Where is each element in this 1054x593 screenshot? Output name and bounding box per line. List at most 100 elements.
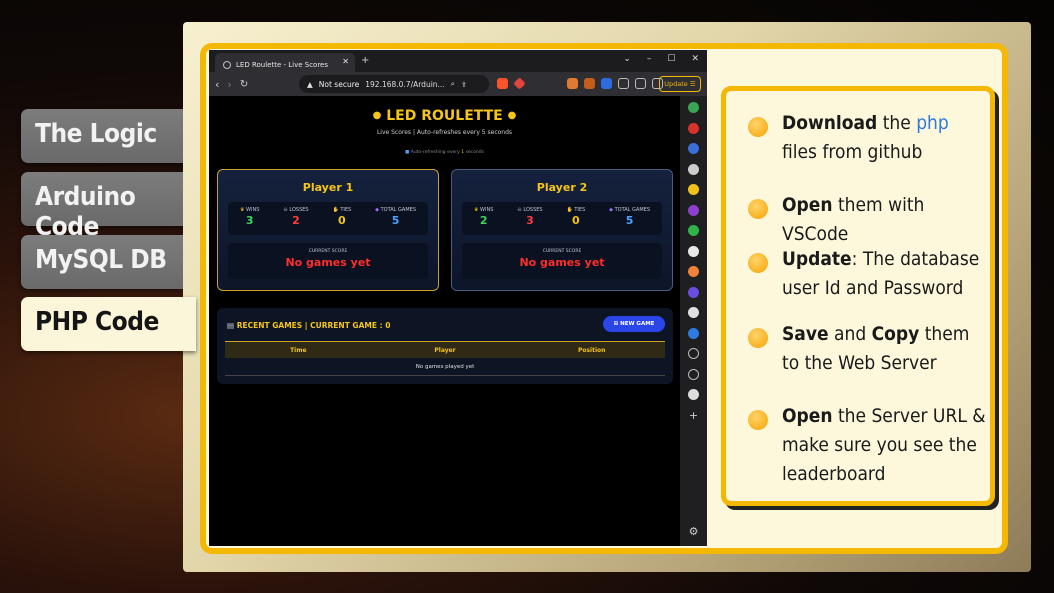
stat-label: WINS [246,207,260,213]
stat-losses: ☠ LOSSES 3 [517,207,542,235]
zoom-icon[interactable]: ⌕ [451,79,455,89]
brave-shield-icon[interactable] [497,78,508,89]
stat-wins: ♛ WINS 3 [240,207,259,235]
stat-label: LOSSES [289,207,309,213]
extension-hd-icon[interactable] [584,78,595,89]
recent-games-panel: ▤ RECENT GAMES | CURRENT GAME : 0 ⊞ NEW … [217,308,673,384]
extension-fox-icon[interactable] [567,78,578,89]
sidebar-app-icon[interactable] [688,327,699,339]
sidebar-wikipedia-icon[interactable] [688,245,699,257]
gamepad-icon: ◆ [609,207,614,213]
stat-label: TIES [340,207,352,213]
update-button[interactable]: Update ☰ [659,76,701,92]
note-text: Update [782,248,852,270]
sidebar-app-icon[interactable] [688,204,699,216]
reload-icon[interactable]: ↻ [240,79,248,90]
tab-bar: LED Roulette - Live Scores ✕ + ⌄ – ☐ ✕ [209,50,707,72]
bullet-icon [748,199,768,219]
stat-value: 2 [479,214,488,227]
extensions-puzzle-icon[interactable] [635,78,646,89]
instructions-box: Download the php files from github Open … [721,86,995,506]
bookmarks-icon[interactable] [688,368,699,380]
instruction-step: Download the php files from github [748,109,988,167]
instruction-step: Open them with VSCode [748,191,988,249]
instruction-step: Update: The database user Id and Passwor… [748,245,988,303]
column-header-time[interactable]: Time [225,342,372,358]
new-game-label: NEW GAME [620,321,655,327]
sidebar-app-icon[interactable] [688,307,699,318]
refresh-icon: ■ [405,150,410,155]
maximize-icon[interactable]: ☐ [667,54,675,64]
forward-icon[interactable]: › [227,78,231,91]
brave-rewards-icon[interactable] [513,77,526,90]
recent-games-title-text: RECENT GAMES | CURRENT GAME : 0 [236,321,391,330]
clipboard-icon: ▤ [227,321,235,330]
new-game-button[interactable]: ⊞ NEW GAME [603,316,665,332]
sidebar-wordpress-icon[interactable] [688,389,699,400]
sidebar-app-icon[interactable] [688,266,699,277]
note-text: php [916,112,949,134]
menu-item-php-code[interactable]: PHP Code [21,297,196,351]
chevron-down-icon[interactable]: ⌄ [623,54,631,64]
menu-item-the-logic[interactable]: The Logic [21,109,196,163]
close-window-icon[interactable]: ✕ [691,54,699,64]
player-card-1: Player 1 ♛ WINS 3 ☠ LOSSES 2 ✋ TIES 0 ◆ TOT… [217,169,439,291]
add-icon[interactable]: + [689,410,698,421]
column-header-position[interactable]: Position [518,342,665,358]
sidebar-app-icon[interactable] [688,143,699,154]
page-viewport: ● LED ROULETTE ● Live Scores | Auto-refr… [209,96,680,546]
player-card-2: Player 2 ♛ WINS 2 ☠ LOSSES 3 ✋ TIES 0 ◆ TOT… [451,169,673,291]
browser-window: LED Roulette - Live Scores ✕ + ⌄ – ☐ ✕ ‹… [209,50,707,546]
sidebar-app-icon[interactable] [688,102,699,113]
minimize-icon[interactable]: – [647,54,652,64]
current-score-label: CURRENT SCORE [308,249,348,254]
close-tab-icon[interactable]: ✕ [342,57,349,66]
trophy-icon: ♛ [239,207,245,213]
stat-value: 0 [572,214,580,227]
player-name: Player 1 [302,181,354,194]
gear-icon[interactable]: ⚙ [689,525,699,538]
stat-value: 2 [292,214,300,227]
extension-card-icon[interactable] [618,78,629,89]
stat-label: TOTAL GAMES [614,207,651,213]
sidebar-app-icon[interactable] [688,184,699,195]
menu-item-mysql-db[interactable]: MySQL DB [21,235,196,289]
stat-losses: ☠ LOSSES 2 [283,207,308,235]
sidebar-chatgpt-icon[interactable] [688,163,699,175]
tab-title: LED Roulette - Live Scores [236,61,329,69]
new-tab-icon[interactable]: + [361,55,369,66]
stat-value: 5 [391,214,400,227]
stat-wins: ♛ WINS 2 [474,207,493,235]
address-bar[interactable]: ▲ Not secure 192.168.0.7/Arduin... ⌕ ⇪ [299,75,489,93]
share-icon[interactable]: ⇪ [461,80,467,89]
stat-total-games: ◆ TOTAL GAMES 5 [609,207,650,235]
recent-games-title: ▤ RECENT GAMES | CURRENT GAME : 0 [227,321,390,330]
current-score: CURRENT SCORE No games yet [228,243,428,279]
browser-tab[interactable]: LED Roulette - Live Scores ✕ [215,53,355,72]
games-table-empty: No games played yet [225,358,665,376]
menu-item-arduino-code[interactable]: Arduino Code [21,172,196,242]
sidebar-app-icon[interactable] [688,225,699,236]
stat-total-games: ◆ TOTAL GAMES 5 [375,207,416,235]
stat-ties: ✋ TIES 0 [567,207,586,235]
extension-s-icon[interactable] [601,78,612,89]
note-text: Open [782,194,833,216]
instruction-step: Save and Copy them to the Web Server [748,320,988,378]
stat-label: TOTAL GAMES [380,207,417,213]
handshake-icon: ✋ [566,207,573,213]
note-text: Download [782,112,878,134]
bullet-icon [748,328,768,348]
page-subtitle: Live Scores | Auto-refreshes every 5 sec… [376,129,513,136]
back-icon[interactable]: ‹ [215,78,219,91]
note-text: the [877,112,917,134]
stat-value: 3 [526,214,534,227]
sidebar-app-icon[interactable] [688,286,699,298]
refresh-seconds: 1 [461,150,465,155]
wallet-icon[interactable] [688,348,699,359]
note-text: files from github [782,141,923,163]
column-header-player[interactable]: Player [372,342,519,358]
sidebar-app-icon[interactable] [688,122,699,134]
menu-label: Arduino Code [35,182,136,242]
stat-label: WINS [480,207,494,213]
bullet-icon [748,253,768,273]
